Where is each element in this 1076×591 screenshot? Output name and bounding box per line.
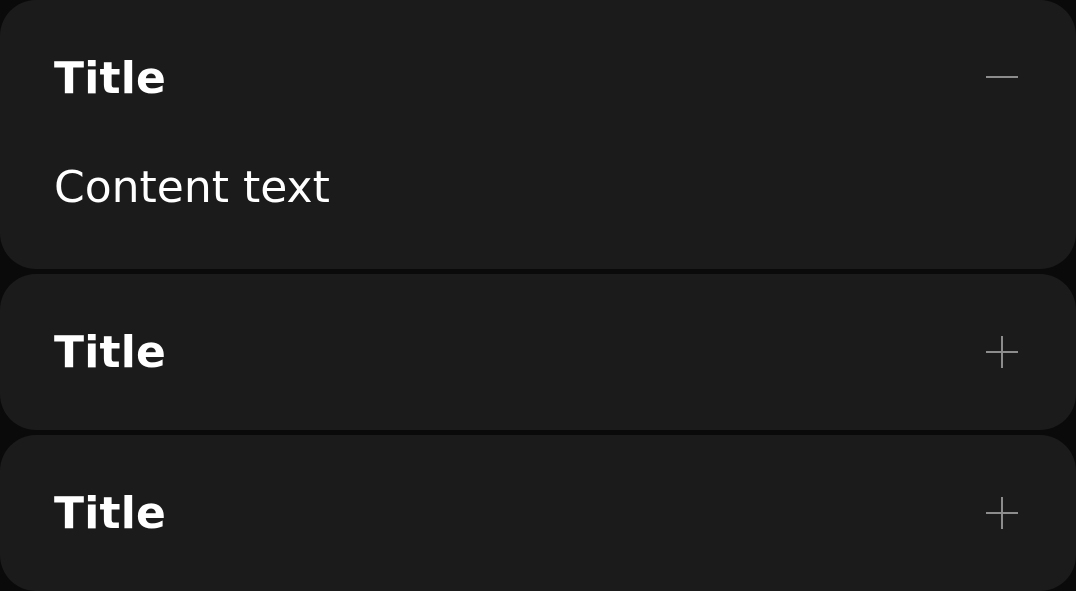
accordion-item-1: Title Content text xyxy=(0,0,1076,269)
plus-icon[interactable] xyxy=(986,497,1018,529)
accordion-header-3[interactable]: Title xyxy=(0,435,1076,591)
minus-icon[interactable] xyxy=(986,61,1018,93)
accordion-item-2: Title xyxy=(0,274,1076,430)
accordion: Title Content text Title Title xyxy=(0,0,1076,591)
accordion-header-1[interactable]: Title xyxy=(0,0,1076,156)
plus-icon[interactable] xyxy=(986,336,1018,368)
accordion-content-1: Content text xyxy=(54,162,330,213)
accordion-item-3: Title xyxy=(0,435,1076,591)
accordion-header-2[interactable]: Title xyxy=(0,274,1076,430)
accordion-title-2: Title xyxy=(54,327,167,378)
accordion-title-1: Title xyxy=(54,53,167,104)
accordion-title-3: Title xyxy=(54,488,167,539)
